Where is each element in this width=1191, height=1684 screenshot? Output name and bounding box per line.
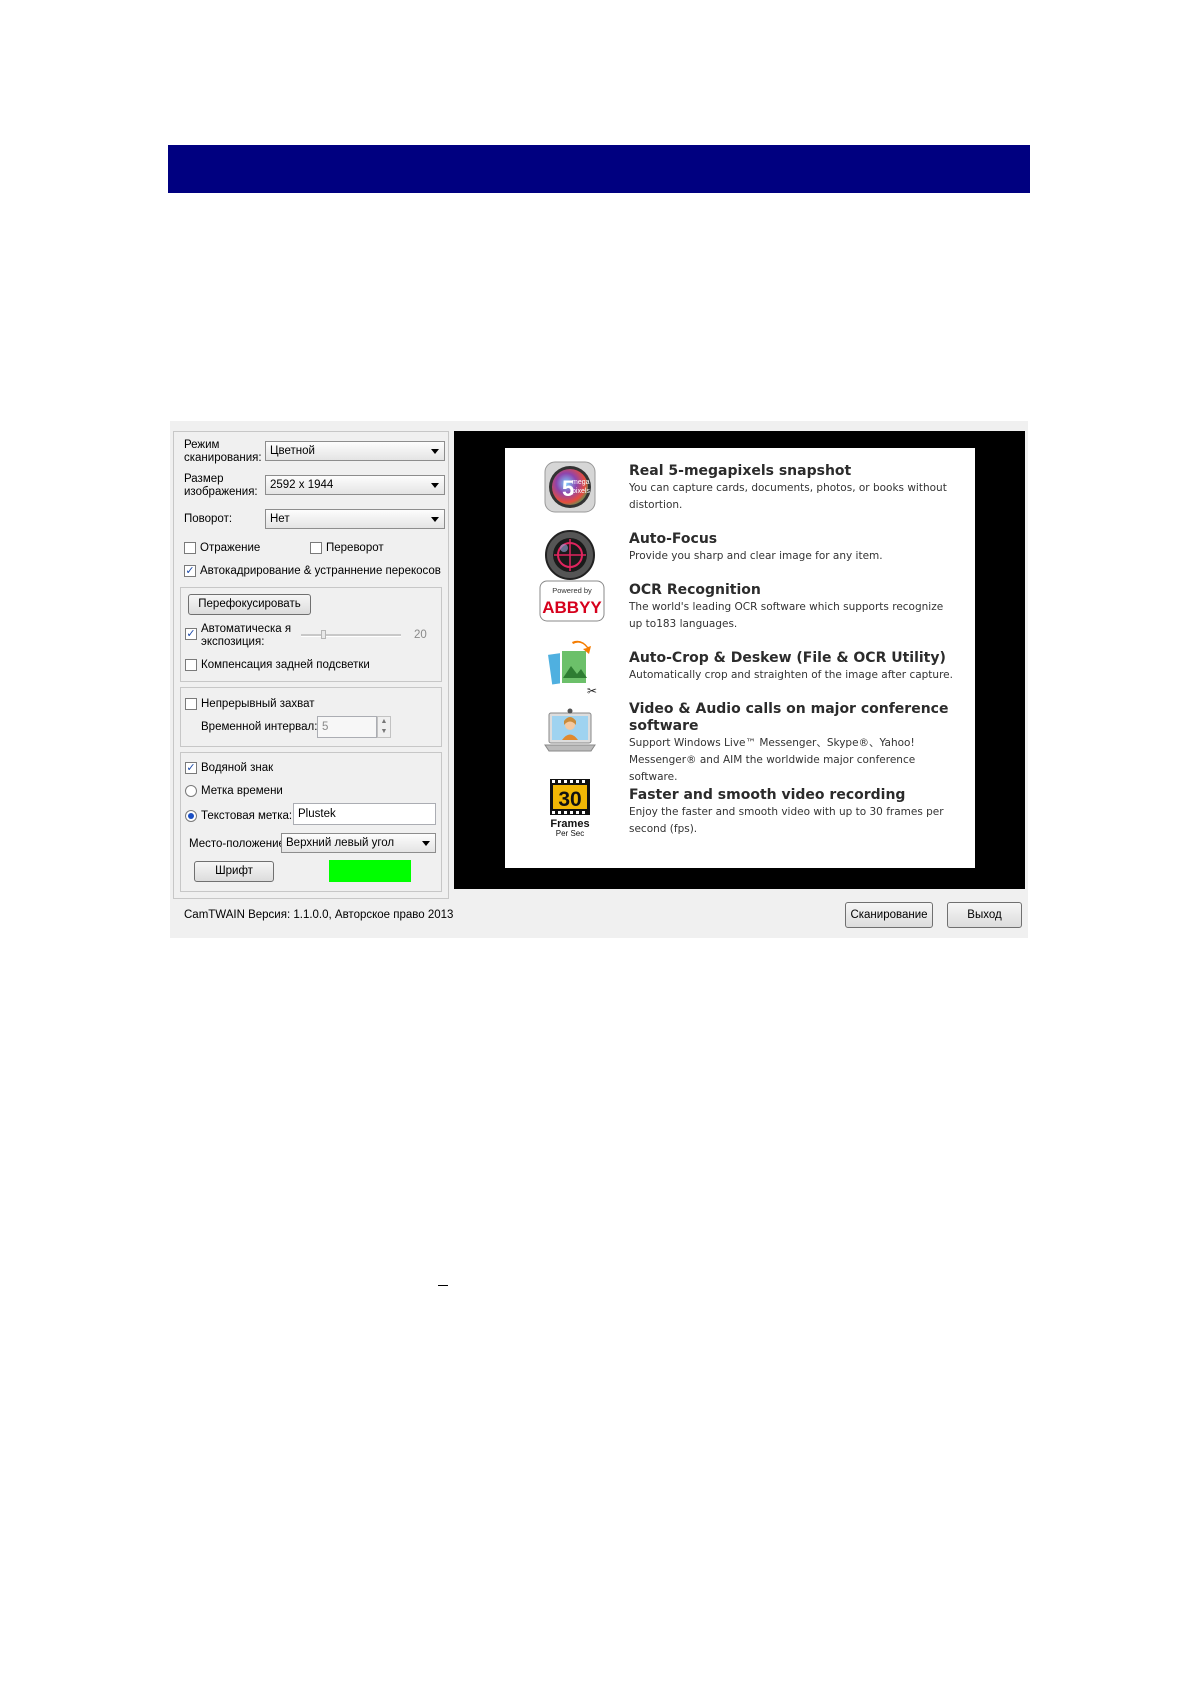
rotation-label: Поворот: xyxy=(184,513,233,525)
feature-desc: Automatically crop and straighten of the… xyxy=(629,669,953,681)
position-select[interactable]: Верхний левый угол xyxy=(281,833,436,853)
exit-button[interactable]: Выход xyxy=(947,902,1022,928)
feature-card: 5 mega pixels Real 5-megapixels snapshot… xyxy=(505,448,975,868)
continuous-label: Непрерывный захват xyxy=(201,698,315,710)
continuous-checkbox[interactable] xyxy=(185,698,197,710)
chevron-down-icon[interactable]: ▼ xyxy=(378,727,390,737)
svg-text:✂: ✂ xyxy=(587,684,597,698)
feature-title: Video & Audio calls on major conference … xyxy=(629,701,949,734)
image-size-select[interactable]: 2592 x 1944 xyxy=(265,475,445,495)
header-bar xyxy=(168,145,1030,193)
feature-desc: You can capture cards, documents, photos… xyxy=(629,482,947,511)
font-button[interactable]: Шрифт xyxy=(194,861,274,882)
scan-button[interactable]: Сканирование xyxy=(845,902,933,928)
chevron-down-icon xyxy=(431,517,439,522)
mirror-label: Отражение xyxy=(200,542,261,554)
interval-label: Временной интервал: xyxy=(201,721,318,733)
timestamp-radio[interactable] xyxy=(185,785,197,797)
chevron-down-icon xyxy=(422,841,430,846)
watermark-checkbox[interactable]: ✓ xyxy=(185,762,197,774)
backlight-label: Компенсация задней подсветки xyxy=(201,659,370,671)
camtwain-window: Режим сканирования: Цветной Размер изобр… xyxy=(170,421,1028,938)
position-value: Верхний левый угол xyxy=(286,837,395,849)
feature-title: Auto-Focus xyxy=(629,531,718,547)
megapixel-top: mega xyxy=(572,479,590,486)
feature-title: Auto-Crop & Deskew (File & OCR Utility) xyxy=(629,650,946,666)
auto-exposure-label: Автоматическа я экспозиция: xyxy=(201,623,292,648)
chevron-up-icon[interactable]: ▲ xyxy=(378,717,390,727)
interval-stepper[interactable]: ▲ ▼ xyxy=(377,716,391,738)
textmark-label: Текстовая метка: xyxy=(201,810,293,822)
rotation-value: Нет xyxy=(270,513,290,525)
abbyy-brand: ABBYY xyxy=(542,598,602,617)
timestamp-label: Метка времени xyxy=(201,785,283,797)
focus-exposure-group: Перефокусировать ✓ Автоматическа я экспо… xyxy=(180,587,442,682)
position-label: Место-положение: xyxy=(189,838,289,850)
exposure-slider[interactable] xyxy=(301,634,401,637)
watermark-group: ✓ Водяной знак Метка времени Текстовая м… xyxy=(180,752,442,892)
megapixel-bottom: pixels xyxy=(572,488,590,495)
autofocus-icon xyxy=(543,528,597,582)
watermark-color-swatch[interactable] xyxy=(329,860,411,882)
autocrop-checkbox[interactable]: ✓ xyxy=(184,565,196,577)
video-call-icon xyxy=(543,707,597,761)
interval-input[interactable]: 5 xyxy=(317,716,377,738)
fps-number: 30 xyxy=(558,788,581,811)
backlight-checkbox[interactable] xyxy=(185,659,197,671)
version-text: CamTWAIN Версия: 1.1.0.0, Авторское прав… xyxy=(184,909,454,921)
textmark-input[interactable]: Plustek xyxy=(293,803,436,825)
feature-title: OCR Recognition xyxy=(629,582,761,598)
scan-mode-select[interactable]: Цветной xyxy=(265,441,445,461)
feature-desc: The world's leading OCR software which s… xyxy=(629,601,944,630)
feature-title: Faster and smooth video recording xyxy=(629,787,906,803)
exposure-value: 20 xyxy=(414,629,427,641)
refocus-button[interactable]: Перефокусировать xyxy=(188,594,311,615)
rotation-select[interactable]: Нет xyxy=(265,509,445,529)
autocrop-label: Автокадрирование & устраннение перекосов xyxy=(200,565,441,577)
chevron-down-icon xyxy=(431,449,439,454)
exposure-slider-thumb[interactable] xyxy=(321,630,326,639)
abbyy-top: Powered by xyxy=(552,586,592,595)
watermark-label: Водяной знак xyxy=(201,762,274,774)
fps-sub: Per Sec xyxy=(556,829,584,838)
flip-checkbox[interactable] xyxy=(310,542,322,554)
scan-mode-label: Режим сканирования: xyxy=(184,439,262,464)
divider xyxy=(438,1285,448,1286)
continuous-capture-group: Непрерывный захват Временной интервал: 5… xyxy=(180,687,442,747)
auto-exposure-checkbox[interactable]: ✓ xyxy=(185,628,197,640)
feature-desc: Enjoy the faster and smooth video with u… xyxy=(629,806,944,835)
autocrop-icon: ✂ xyxy=(543,638,597,698)
flip-label: Переворот xyxy=(326,542,384,554)
image-size-label: Размер изображения: xyxy=(184,473,258,498)
scan-mode-value: Цветной xyxy=(270,445,315,457)
mirror-checkbox[interactable] xyxy=(184,542,196,554)
image-size-value: 2592 x 1944 xyxy=(270,479,334,491)
chevron-down-icon xyxy=(431,483,439,488)
settings-panel: Режим сканирования: Цветной Размер изобр… xyxy=(173,431,449,899)
megapixel-icon: 5 mega pixels xyxy=(543,460,597,514)
feature-desc: Provide you sharp and clear image for an… xyxy=(629,550,883,562)
textmark-radio[interactable] xyxy=(185,810,197,822)
feature-desc: Support Windows Live™ Messenger、Skype®、Y… xyxy=(629,737,916,783)
preview-pane: 5 mega pixels Real 5-megapixels snapshot… xyxy=(454,431,1025,889)
feature-title: Real 5-megapixels snapshot xyxy=(629,463,852,479)
fps-icon: 30 Frames Per Sec xyxy=(543,777,597,841)
abbyy-icon: Powered by ABBYY xyxy=(539,580,605,634)
